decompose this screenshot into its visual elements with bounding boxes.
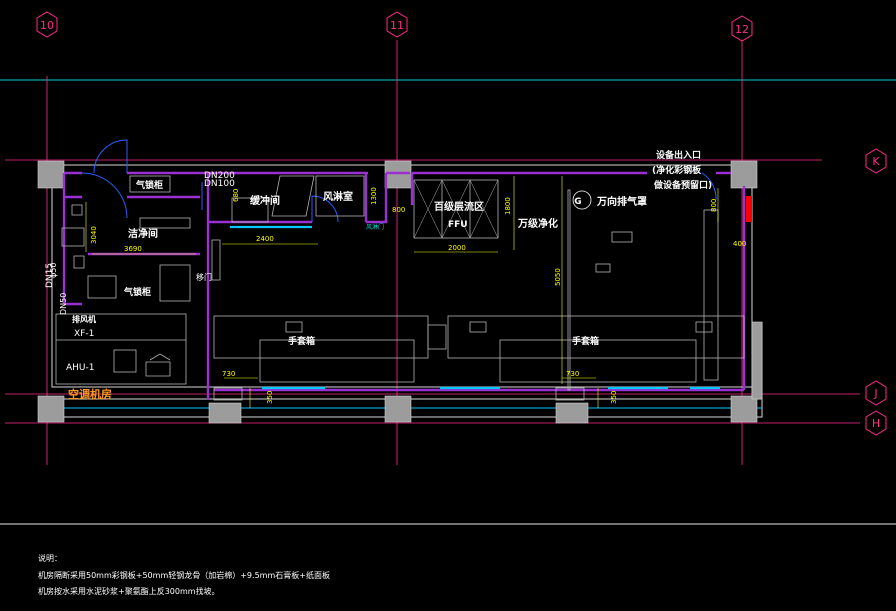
room-label-ffu-zone: 百级层流区 <box>434 200 484 213</box>
room-label-buffer: 缓冲间 <box>249 194 280 207</box>
equipment-opening-marker <box>746 196 752 222</box>
label-equipment-entrance-note1: (净化彩钢板 <box>652 164 702 176</box>
label-exhaust-fan: 排风机 <box>72 314 96 324</box>
axis-bubble-H: H <box>865 410 887 436</box>
room-label-clean-room: 洁净间 <box>128 227 158 240</box>
axis-bubble-10: 10 <box>36 11 58 38</box>
label-glovebox-1: 手套箱 <box>288 335 315 347</box>
room-label-air-shower: 风淋室 <box>323 190 353 203</box>
dim-2000: 2000 <box>448 244 466 252</box>
dim-400: 400 <box>733 240 746 248</box>
hood-number: G <box>574 197 581 207</box>
dim-2400: 2400 <box>256 235 274 243</box>
dim-350-right: 350 <box>610 391 618 404</box>
label-sliding-door: 移门 <box>196 272 212 282</box>
label-equipment-entrance-note2: 做设备预留口) <box>653 179 712 191</box>
window-strips <box>230 225 720 390</box>
label-glovebox-2: 手套箱 <box>572 335 599 347</box>
label-pipe-dn50: DN50 <box>59 293 68 315</box>
label-ahu-1: AHU-1 <box>66 363 95 373</box>
dim-680: 680 <box>232 189 240 202</box>
notes-line-2: 机房按水采用水泥砂浆+聚氨酯上反300mm找坡。 <box>38 586 220 596</box>
axis-bubble-J: J <box>865 380 887 406</box>
label-air-shower-door: 风淋门 <box>366 223 384 231</box>
notes-line-1: 机房隔断采用50mm彩钢板+50mm轻钢龙骨（加岩棉）+9.5mm石膏板+纸面板 <box>38 570 330 580</box>
ffu-marker: FFU <box>448 220 468 230</box>
dim-730-right: 730 <box>566 370 579 378</box>
axis-label-11: 11 <box>390 19 404 32</box>
dim-3690: 3690 <box>124 245 142 253</box>
dim-730-left: 730 <box>222 370 235 378</box>
dim-5050: 5050 <box>554 268 562 286</box>
floor-plan-drawing: 10 11 12 K J H 缓冲间 风淋室 洁净间 气锁柜 气锁柜 百级层流区… <box>0 11 896 596</box>
room-label-air-lock-top: 气锁柜 <box>135 179 163 191</box>
dim-1800: 1800 <box>504 197 512 215</box>
label-xf-1: XF-1 <box>74 329 94 339</box>
notes-heading: 说明： <box>38 553 62 563</box>
axis-label-K: K <box>872 155 880 168</box>
label-equipment-entrance: 设备出入口 <box>656 149 701 161</box>
dim-350-left: 350 <box>266 391 274 404</box>
axis-bubble-K: K <box>865 148 887 174</box>
room-label-ahu-room: 空调机房 <box>68 387 112 401</box>
axis-bubble-12: 12 <box>731 15 753 42</box>
axis-label-H: H <box>872 417 880 430</box>
axis-label-J: J <box>873 387 877 400</box>
room-label-class-10k: 万级净化 <box>517 217 558 230</box>
label-pipe-dn100: DN100 <box>204 179 235 189</box>
label-pipe-phi50: φ50 <box>49 263 58 278</box>
dim-3040: 3040 <box>90 226 98 244</box>
room-label-air-lock-bottom: 气锁柜 <box>123 286 151 298</box>
dim-1300: 1300 <box>370 187 378 205</box>
dim-800-right: 800 <box>710 199 718 212</box>
axis-label-10: 10 <box>40 19 54 32</box>
axis-label-12: 12 <box>735 23 749 36</box>
axis-bubble-11: 11 <box>386 11 408 38</box>
label-universal-hood: 万向排气罩 <box>596 195 647 208</box>
dim-800-top: 800 <box>392 206 405 214</box>
